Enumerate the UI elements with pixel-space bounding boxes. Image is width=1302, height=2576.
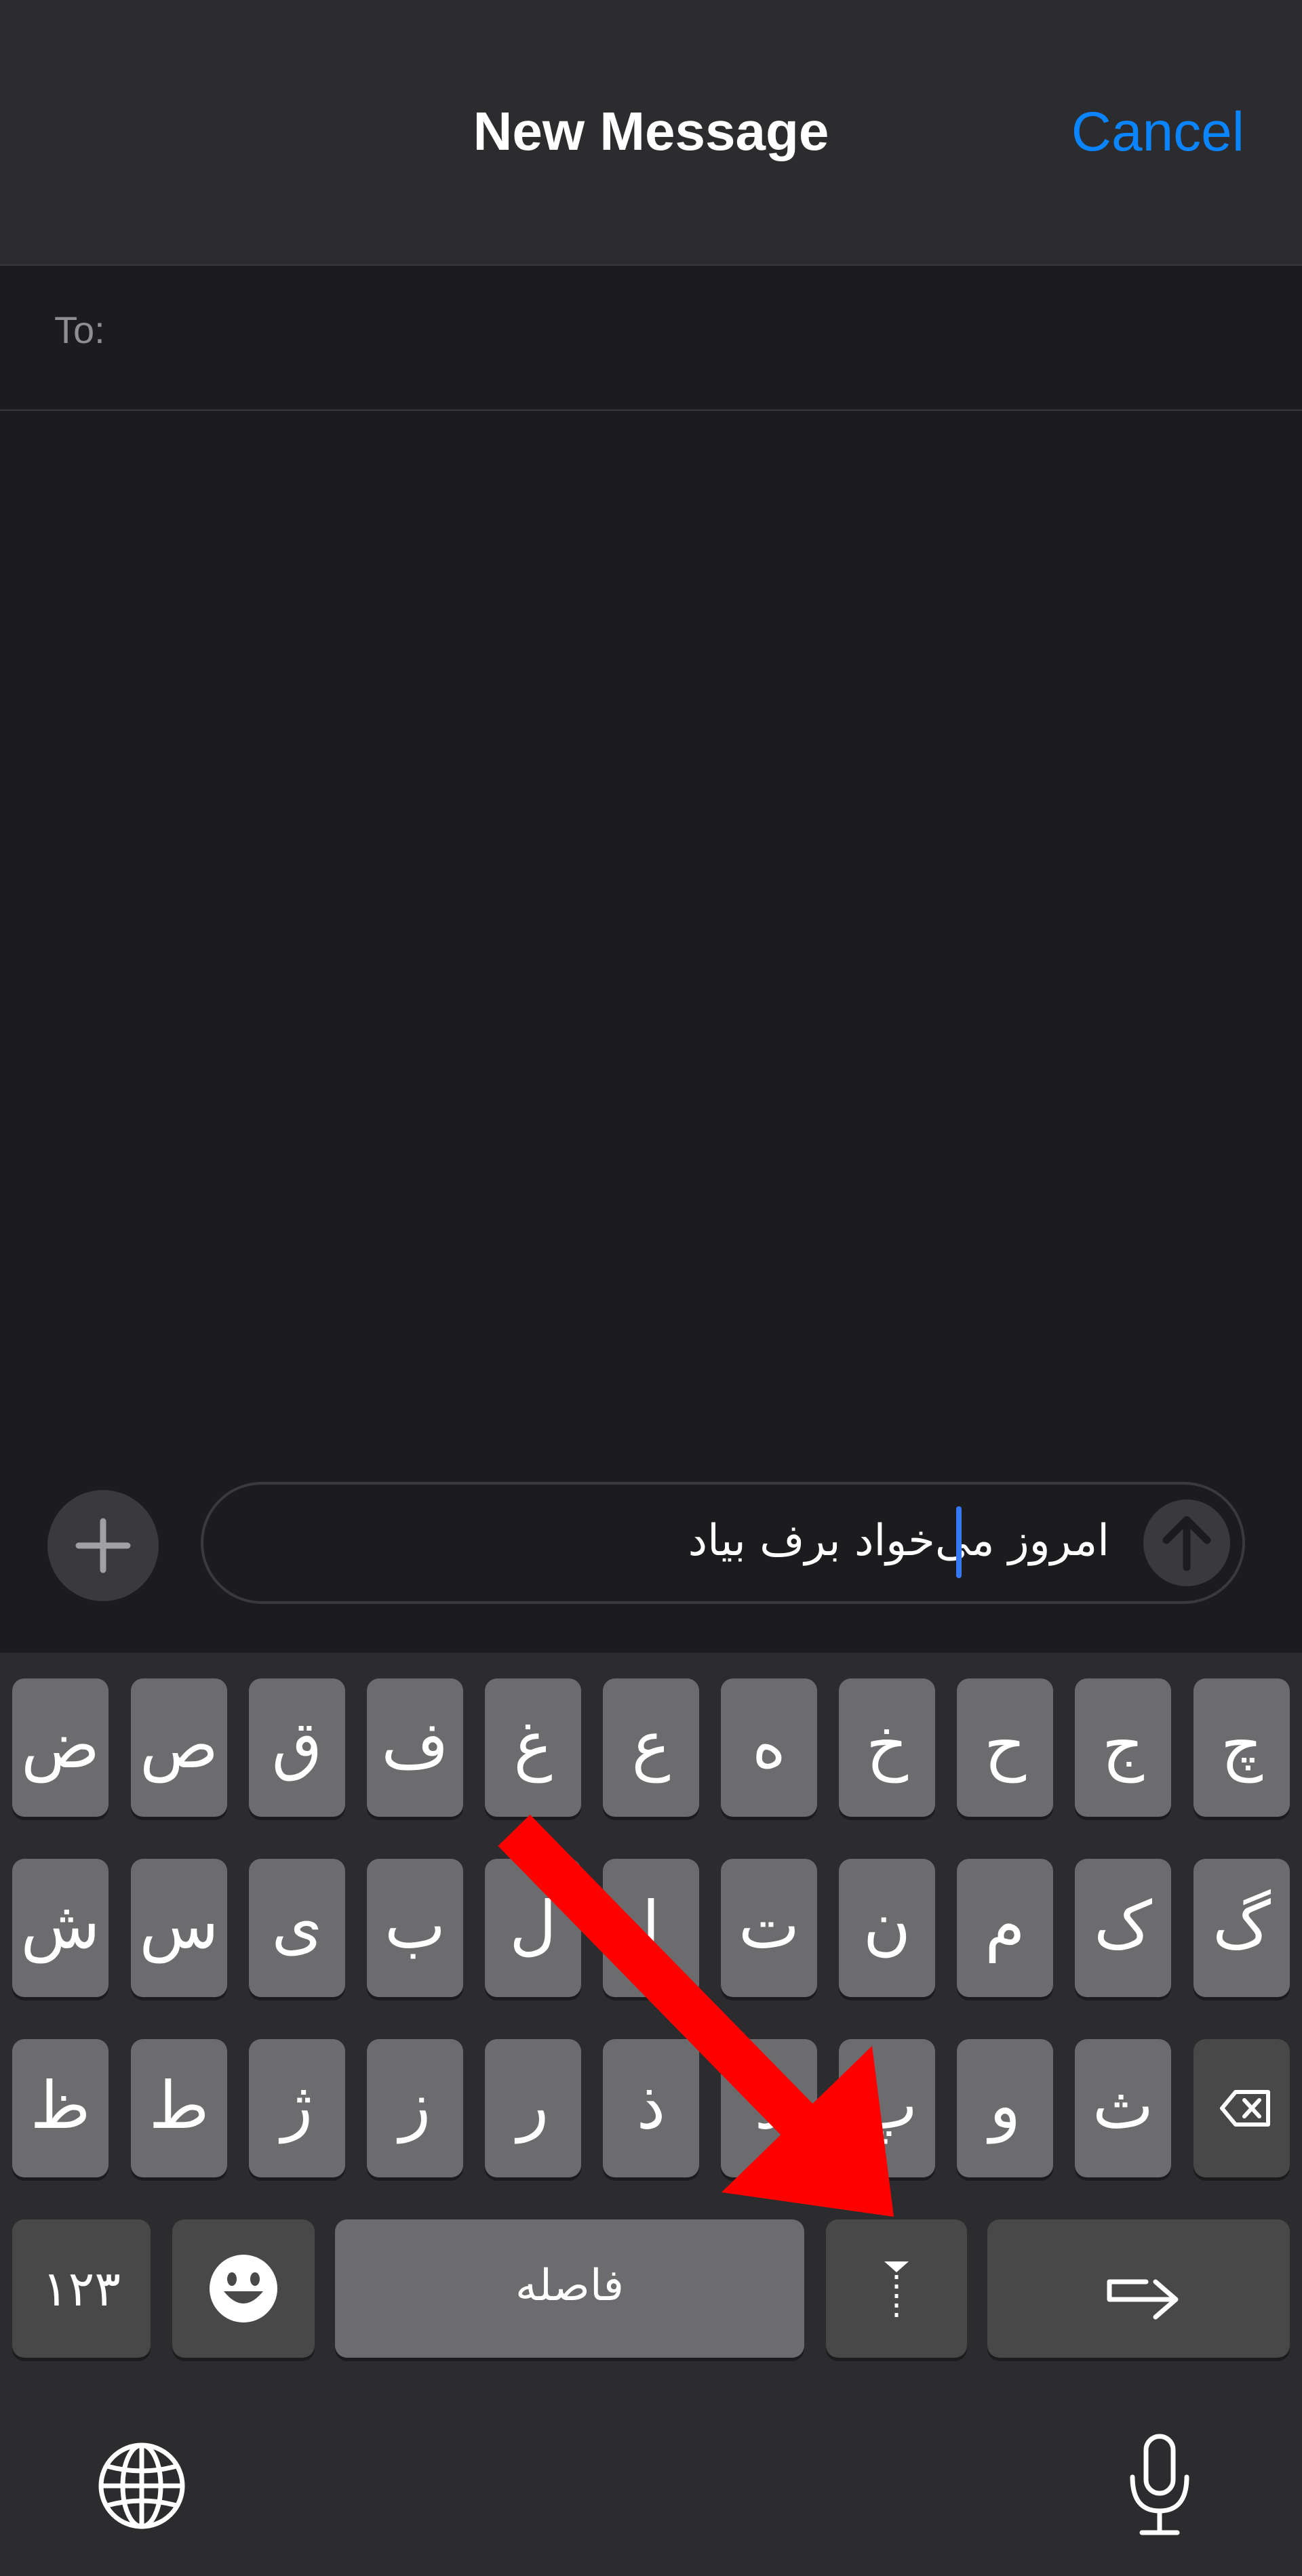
text-cursor bbox=[956, 1506, 962, 1578]
key-ein[interactable]: ع bbox=[603, 1678, 699, 1817]
key-dal[interactable]: د bbox=[721, 2039, 817, 2177]
key-fe[interactable]: ف bbox=[367, 1678, 463, 1817]
key-sad[interactable]: ص bbox=[131, 1678, 227, 1817]
key-zhe[interactable]: ژ bbox=[249, 2039, 345, 2177]
key-zal[interactable]: ذ bbox=[603, 2039, 699, 2177]
persian-keyboard: چ ج ح خ ه ع غ ف ق ص ض گ ک م ن ت ا ل ب ی … bbox=[0, 1653, 1302, 2576]
message-input[interactable]: امروز می‌خواد برف بیاد bbox=[201, 1482, 1245, 1604]
delete-backward-icon bbox=[1220, 2090, 1270, 2127]
key-he[interactable]: ه bbox=[721, 1678, 817, 1817]
key-jim[interactable]: ج bbox=[1075, 1678, 1171, 1817]
send-button[interactable] bbox=[1143, 1500, 1230, 1586]
to-label: To: bbox=[54, 308, 105, 351]
key-be[interactable]: ب bbox=[367, 1859, 463, 1997]
key-ta[interactable]: ط bbox=[131, 2039, 227, 2177]
key-nun[interactable]: ن bbox=[839, 1859, 935, 1997]
key-khe[interactable]: خ bbox=[839, 1678, 935, 1817]
key-za[interactable]: ظ bbox=[12, 2039, 108, 2177]
key-ghein[interactable]: غ bbox=[485, 1678, 581, 1817]
key-vav[interactable]: و bbox=[957, 2039, 1053, 2177]
key-shin[interactable]: ش bbox=[12, 1859, 108, 1997]
arrow-up-icon bbox=[1162, 1516, 1211, 1571]
message-area bbox=[0, 411, 1302, 1651]
navigation-bar: New Message Cancel bbox=[0, 0, 1302, 266]
key-re[interactable]: ر bbox=[485, 2039, 581, 2177]
cancel-button[interactable]: Cancel bbox=[1071, 100, 1244, 164]
space-key[interactable]: فاصله bbox=[335, 2219, 804, 2358]
emoji-icon bbox=[210, 2255, 277, 2322]
key-sin[interactable]: س bbox=[131, 1859, 227, 1997]
key-kaf[interactable]: ک bbox=[1075, 1859, 1171, 1997]
key-lam[interactable]: ل bbox=[485, 1859, 581, 1997]
key-alef[interactable]: ا bbox=[603, 1859, 699, 1997]
zwnj-key[interactable] bbox=[826, 2219, 967, 2358]
key-ye[interactable]: ی bbox=[249, 1859, 345, 1997]
zero-width-non-joiner-icon bbox=[884, 2261, 909, 2321]
key-ghaf[interactable]: ق bbox=[249, 1678, 345, 1817]
key-se[interactable]: ث bbox=[1075, 2039, 1171, 2177]
key-te[interactable]: ت bbox=[721, 1859, 817, 1997]
plus-icon bbox=[75, 1518, 131, 1573]
emoji-key[interactable] bbox=[172, 2219, 315, 2358]
message-text: امروز می‌خواد برف بیاد bbox=[688, 1516, 1109, 1566]
delete-key[interactable] bbox=[1194, 2039, 1290, 2177]
key-ze[interactable]: ز bbox=[367, 2039, 463, 2177]
key-gaf[interactable]: گ bbox=[1194, 1859, 1290, 1997]
return-icon bbox=[1107, 2279, 1179, 2320]
key-he-jimi[interactable]: ح bbox=[957, 1678, 1053, 1817]
key-zad[interactable]: ض bbox=[12, 1678, 108, 1817]
key-pe[interactable]: پ bbox=[839, 2039, 935, 2177]
key-mim[interactable]: م bbox=[957, 1859, 1053, 1997]
recipient-field[interactable]: To: bbox=[0, 266, 1302, 411]
key-che[interactable]: چ bbox=[1194, 1678, 1290, 1817]
numbers-key[interactable]: ۱۲۳ bbox=[12, 2219, 151, 2358]
globe-icon[interactable] bbox=[96, 2440, 187, 2531]
return-key[interactable] bbox=[987, 2219, 1290, 2358]
microphone-icon[interactable] bbox=[1119, 2432, 1200, 2538]
add-attachment-button[interactable] bbox=[47, 1490, 159, 1601]
